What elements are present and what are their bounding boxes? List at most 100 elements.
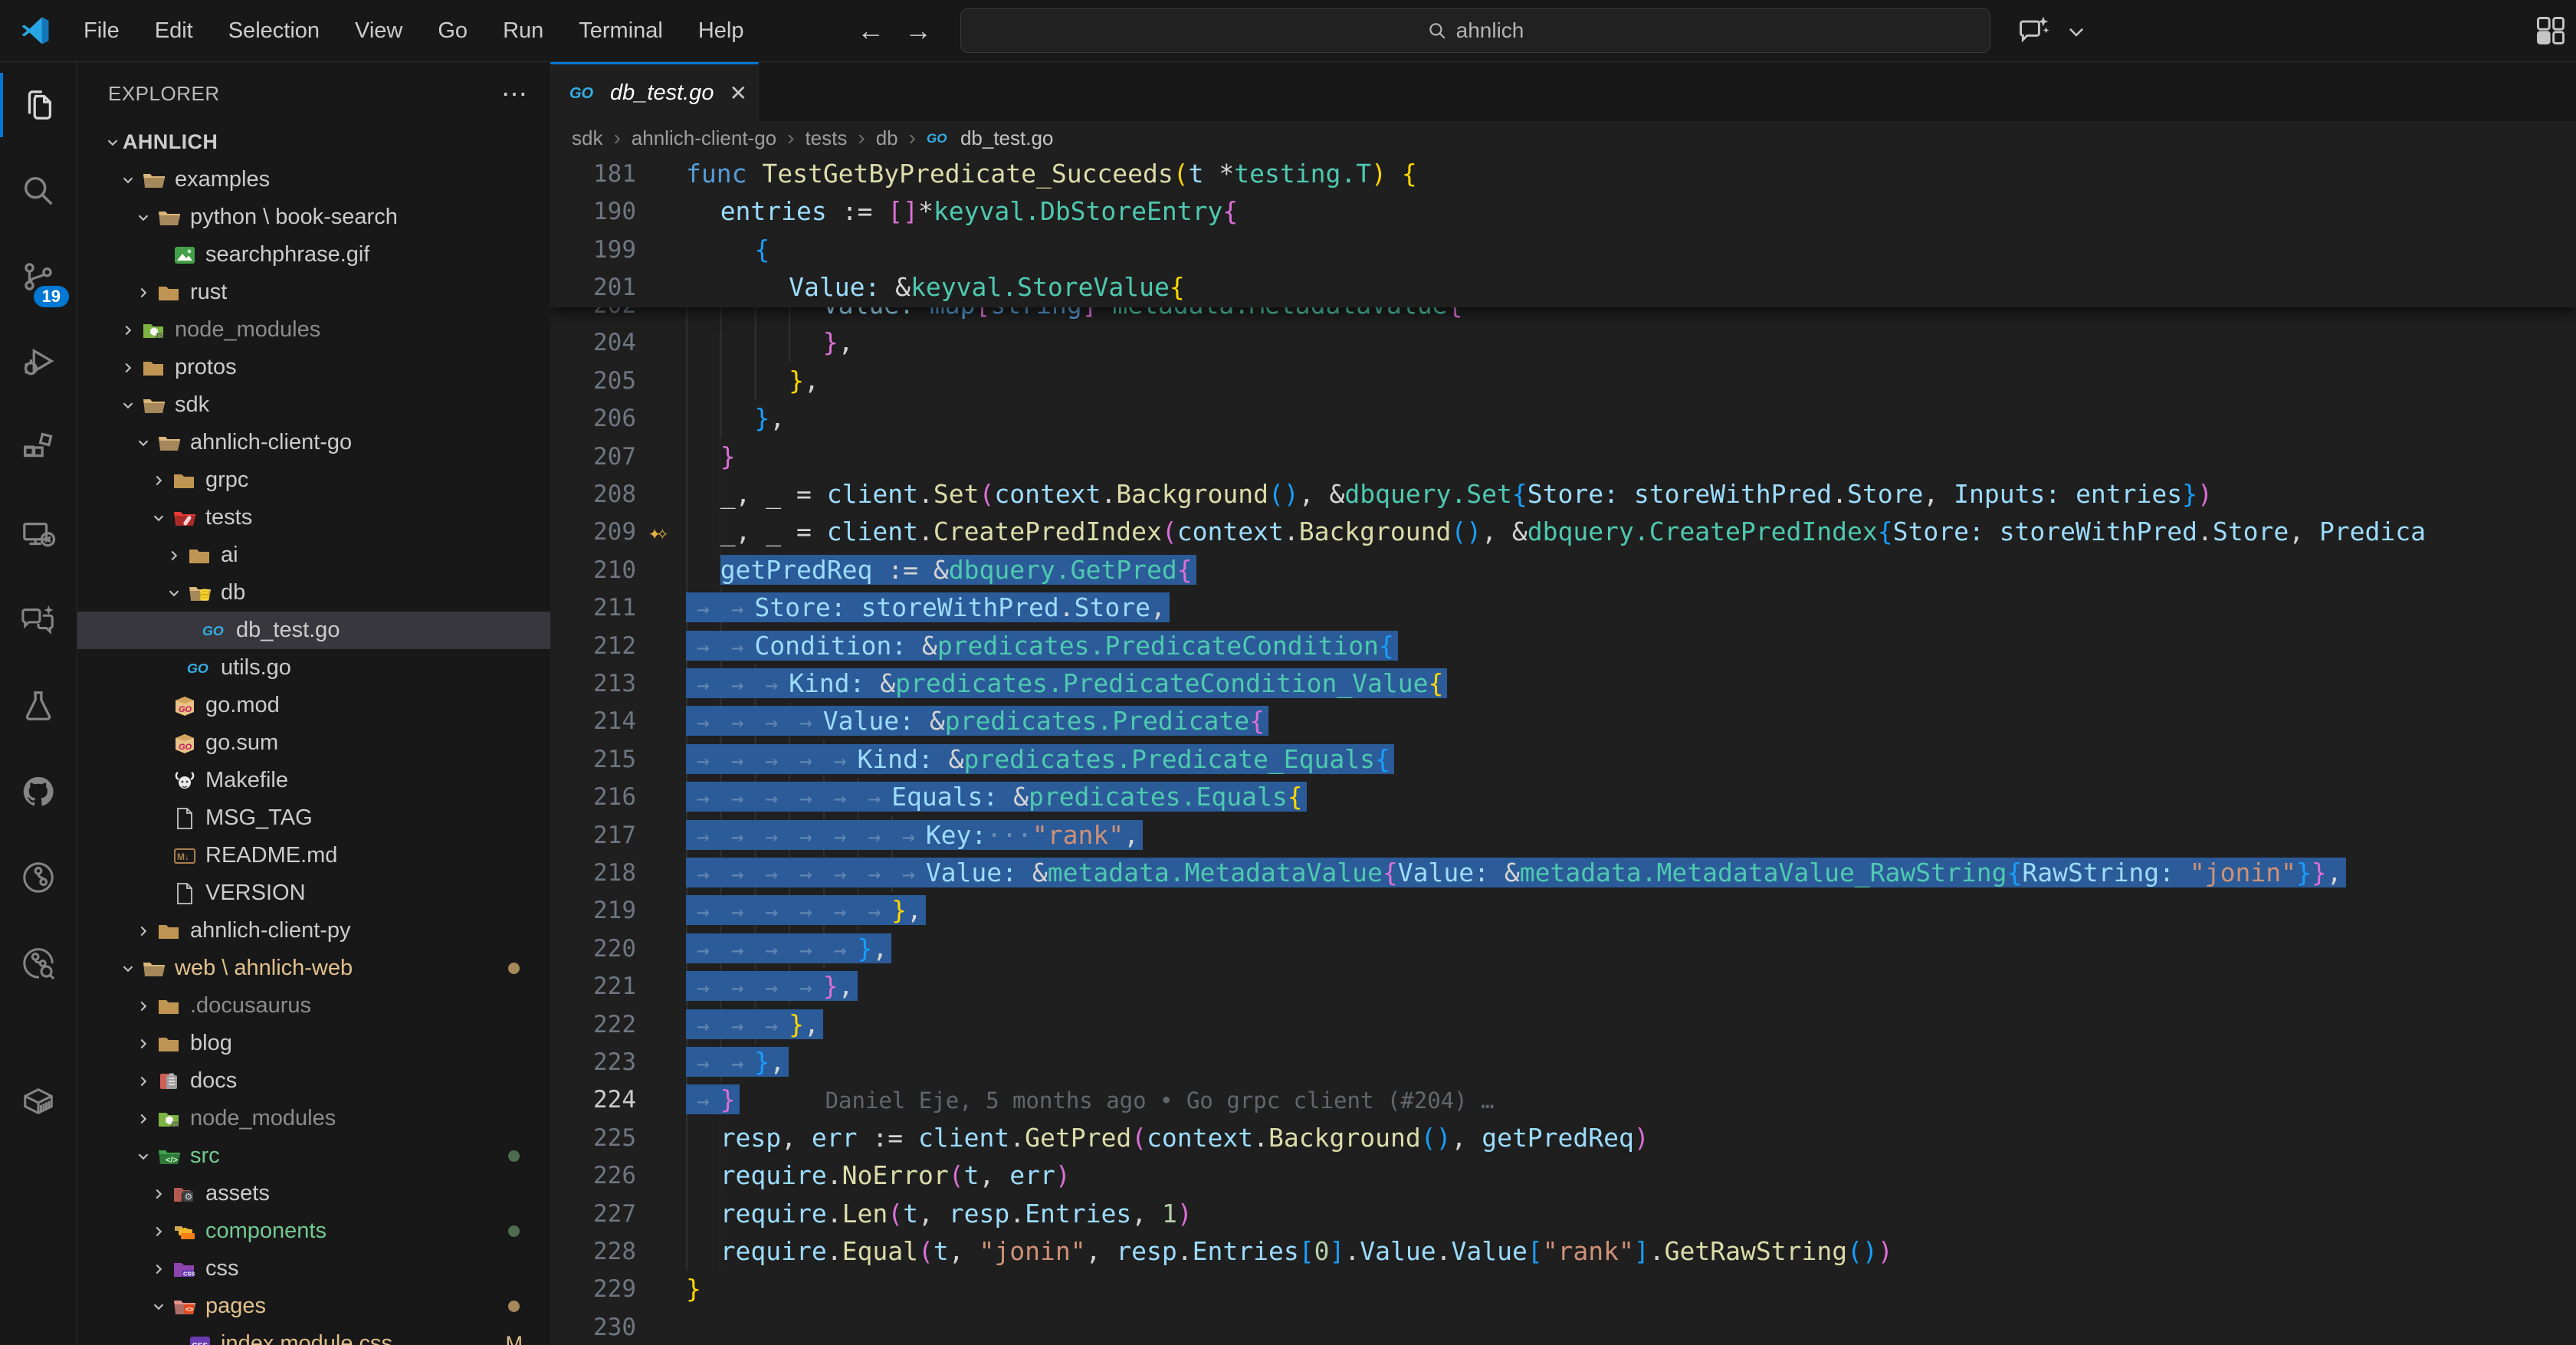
tab-db-test-go[interactable]: GO db_test.go ✕ — [550, 62, 759, 121]
tree-item-css[interactable]: CSScss — [77, 1250, 550, 1288]
sticky-line-201[interactable]: 201Value: &keyval.StoreValue{ — [550, 268, 2576, 307]
chevron-closed-icon[interactable] — [118, 322, 138, 339]
tree-item-makefile[interactable]: Makefile — [77, 762, 550, 799]
activity-run-debug-icon[interactable] — [0, 320, 77, 405]
tree-item-node-modules[interactable]: JSnode_modules — [77, 311, 550, 349]
code-line-220[interactable]: 220→→→→→}, — [550, 930, 2576, 968]
code-line-211[interactable]: 211→→Store: storeWithPred.Store, — [550, 589, 2576, 627]
tree-item-go-mod[interactable]: GOgo.mod — [77, 687, 550, 724]
breadcrumb-item-tests[interactable]: tests — [805, 126, 847, 150]
tree-item--docusaurus[interactable]: .docusaurus — [77, 987, 550, 1025]
chevron-open-icon[interactable] — [118, 960, 138, 977]
copilot-sparkle-icon[interactable]: ✦✧ — [648, 514, 665, 553]
code-line-221[interactable]: 221→→→→}, — [550, 967, 2576, 1005]
chevron-closed-icon[interactable] — [133, 1073, 153, 1090]
code-line-208[interactable]: 208_, _ = client.Set(context.Background(… — [550, 475, 2576, 513]
tree-item-pages[interactable]: <>pages — [77, 1288, 550, 1325]
code-line-224[interactable]: 224→}Daniel Eje, 5 months ago • Go grpc … — [550, 1081, 2576, 1119]
menu-help[interactable]: Help — [681, 8, 762, 53]
tree-item-ahnlich-client-py[interactable]: ahnlich-client-py — [77, 912, 550, 950]
tree-item-version[interactable]: VERSION — [77, 874, 550, 912]
tree-item-node-modules[interactable]: JSnode_modules — [77, 1100, 550, 1137]
menu-selection[interactable]: Selection — [211, 8, 337, 53]
sticky-scroll[interactable]: 181func TestGetByPredicate_Succeeds(t *t… — [550, 155, 2576, 307]
tree-item-ahnlich-client-go[interactable]: ahnlich-client-go — [77, 424, 550, 461]
breadcrumb-item-ahnlich-client-go[interactable]: ahnlich-client-go — [632, 126, 776, 150]
code-line-204[interactable]: 204}, — [550, 323, 2576, 362]
chevron-closed-icon[interactable] — [164, 547, 184, 564]
tree-item-python-book-search[interactable]: python \ book-search — [77, 198, 550, 236]
menu-go[interactable]: Go — [420, 8, 485, 53]
tree-item-db-test-go[interactable]: GOdb_test.go — [77, 612, 550, 649]
chevron-open-icon[interactable] — [133, 1148, 153, 1165]
copilot-chat-icon[interactable] — [2017, 14, 2051, 48]
code-line-215[interactable]: 215→→→→→Kind: &predicates.Predicate_Equa… — [550, 740, 2576, 779]
breadcrumb-item-sdk[interactable]: sdk — [572, 126, 602, 150]
menu-view[interactable]: View — [337, 8, 420, 53]
chevron-closed-icon[interactable] — [118, 359, 138, 376]
code-line-207[interactable]: 207} — [550, 438, 2576, 476]
tree-item-index-module-css[interactable]: CSSindex.module.cssM — [77, 1325, 550, 1345]
activity-commit-graph-icon[interactable] — [0, 920, 77, 1006]
code-line-212[interactable]: 212→→Condition: &predicates.PredicateCon… — [550, 627, 2576, 665]
nav-forward-button[interactable]: → — [904, 15, 932, 47]
tree-item-examples[interactable]: examples — [77, 161, 550, 198]
code-line-230[interactable]: 230 — [550, 1308, 2576, 1345]
sticky-line-181[interactable]: 181func TestGetByPredicate_Succeeds(t *t… — [550, 155, 2576, 193]
tree-item-tests[interactable]: tests — [77, 499, 550, 536]
tree-item-src[interactable]: </>src — [77, 1137, 550, 1175]
chevron-closed-icon[interactable] — [133, 1110, 153, 1127]
tree-item-components[interactable]: components — [77, 1212, 550, 1250]
tree-item-protos[interactable]: protos — [77, 349, 550, 386]
code-line-225[interactable]: 225resp, err := client.GetPred(context.B… — [550, 1119, 2576, 1157]
chevron-open-icon[interactable] — [164, 585, 184, 602]
customize-layout-icon[interactable] — [2534, 14, 2568, 48]
tree-item-grpc[interactable]: grpc — [77, 461, 550, 499]
tree-item-assets[interactable]: ⚙assets — [77, 1175, 550, 1212]
activity-gitlens-icon[interactable] — [0, 835, 77, 920]
tree-item-msg-tag[interactable]: MSG_TAG — [77, 799, 550, 837]
menu-run[interactable]: Run — [485, 8, 561, 53]
activity-remote-explorer-icon[interactable] — [0, 491, 77, 577]
chevron-open-icon[interactable] — [149, 1298, 169, 1315]
activity-github-icon[interactable] — [0, 749, 77, 835]
command-center-search[interactable]: ahnlich — [960, 8, 1990, 53]
code-line-216[interactable]: 216→→→→→→Equals: &predicates.Equals{ — [550, 778, 2576, 816]
activity-explorer-icon[interactable] — [0, 62, 77, 148]
tree-item-readme-md[interactable]: M↓README.md — [77, 837, 550, 874]
chevron-open-icon[interactable] — [133, 209, 153, 226]
tree-item-rust[interactable]: rust — [77, 274, 550, 311]
menu-edit[interactable]: Edit — [137, 8, 211, 53]
tree-item-blog[interactable]: blog — [77, 1025, 550, 1062]
activity-search-icon[interactable] — [0, 148, 77, 234]
chevron-closed-icon[interactable] — [133, 284, 153, 301]
chevron-closed-icon[interactable] — [149, 1261, 169, 1278]
tree-item-docs[interactable]: docs — [77, 1062, 550, 1100]
code-line-213[interactable]: 213→→→Kind: &predicates.PredicateConditi… — [550, 664, 2576, 703]
code-line-206[interactable]: 206}, — [550, 399, 2576, 438]
code-line-210[interactable]: 210getPredReq := &dbquery.GetPred{ — [550, 551, 2576, 589]
chevron-closed-icon[interactable] — [149, 1186, 169, 1202]
code-line-217[interactable]: 217→→→→→→→Key:···"rank", — [550, 816, 2576, 855]
breadcrumb-item-db[interactable]: db — [876, 126, 898, 150]
breadcrumb-item-db-test-go[interactable]: GOdb_test.go — [927, 126, 1053, 150]
activity-extensions-icon[interactable] — [0, 405, 77, 491]
nav-back-button[interactable]: ← — [857, 15, 884, 47]
tree-item-utils-go[interactable]: GOutils.go — [77, 649, 550, 687]
chevron-open-icon[interactable] — [118, 172, 138, 189]
tab-close-icon[interactable]: ✕ — [729, 80, 747, 106]
code-line-223[interactable]: 223→→}, — [550, 1043, 2576, 1081]
code-line-229[interactable]: 229} — [550, 1270, 2576, 1308]
tree-item-searchphrase-gif[interactable]: searchphrase.gif — [77, 236, 550, 274]
chevron-closed-icon[interactable] — [149, 472, 169, 489]
code-line-218[interactable]: 218→→→→→→→Value: &metadata.MetadataValue… — [550, 854, 2576, 892]
explorer-more-actions-button[interactable]: ⋯ — [501, 90, 527, 98]
chevron-closed-icon[interactable] — [149, 1223, 169, 1240]
chevron-closed-icon[interactable] — [133, 923, 153, 940]
tree-item-ahnlich[interactable]: AHNLICH — [77, 123, 550, 161]
menu-file[interactable]: File — [66, 8, 137, 53]
activity-containers-icon[interactable] — [0, 1058, 77, 1144]
code-line-214[interactable]: 214→→→→Value: &predicates.Predicate{ — [550, 702, 2576, 740]
menu-terminal[interactable]: Terminal — [561, 8, 681, 53]
code-line-227[interactable]: 227require.Len(t, resp.Entries, 1) — [550, 1195, 2576, 1233]
